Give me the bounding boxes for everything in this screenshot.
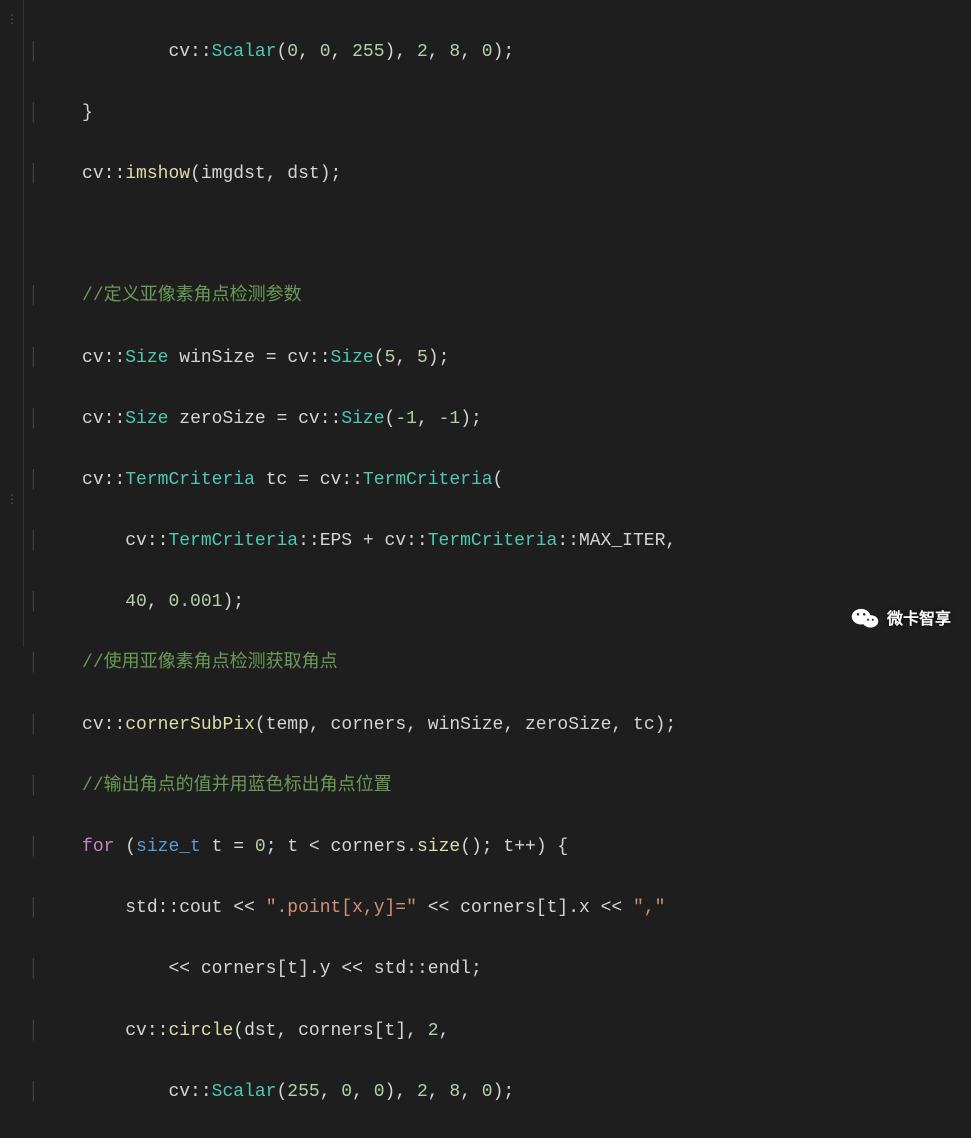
code-line (28, 220, 971, 251)
code-line: │ 40, 0.001); (28, 587, 971, 618)
editor-gutter: ⋮ ⋮ (0, 0, 24, 647)
code-line: │ cv::TermCriteria tc = cv::TermCriteria… (28, 465, 971, 496)
code-editor[interactable]: │ cv::Scalar(0, 0, 255), 2, 8, 0); │ } │… (28, 0, 971, 1138)
code-line: │ << corners[t].y << std::endl; (28, 954, 971, 985)
watermark: 微卡智享 (851, 606, 951, 633)
code-line: │ for (size_t t = 0; t < corners.size();… (28, 832, 971, 863)
code-line: │ cv::Scalar(255, 0, 0), 2, 8, 0); (28, 1077, 971, 1108)
code-line: │ cv::imshow(imgdst, dst); (28, 159, 971, 190)
code-line: │ std::cout << ".point[x,y]=" << corners… (28, 893, 971, 924)
code-line: │ cv::Scalar(0, 0, 255), 2, 8, 0); (28, 37, 971, 68)
code-line: │ cv::Size zeroSize = cv::Size(-1, -1); (28, 404, 971, 435)
code-line: │ cv::cornerSubPix(temp, corners, winSiz… (28, 710, 971, 741)
code-line: │ //输出角点的值并用蓝色标出角点位置 (28, 771, 971, 802)
code-line: │ cv::circle(dst, corners[t], 2, (28, 1016, 971, 1047)
code-line: │ cv::Size winSize = cv::Size(5, 5); (28, 343, 971, 374)
code-line: │ } (28, 98, 971, 129)
code-line: │ //定义亚像素角点检测参数 (28, 281, 971, 312)
wechat-icon (851, 607, 879, 631)
code-line: │ cv::TermCriteria::EPS + cv::TermCriter… (28, 526, 971, 557)
code-line: │ //使用亚像素角点检测获取角点 (28, 648, 971, 679)
watermark-text: 微卡智享 (887, 606, 951, 633)
